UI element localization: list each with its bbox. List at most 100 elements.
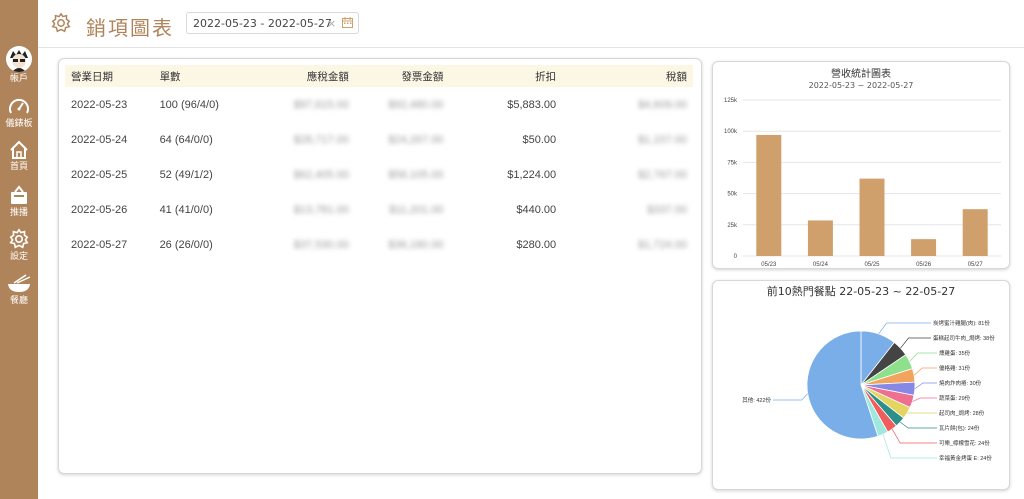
sidebar-item-label: 餐廳 (9, 295, 28, 305)
leader-line (899, 421, 937, 429)
date-range-picker[interactable]: 2022-05-23 - 2022-05-27 × (186, 12, 359, 34)
table-row: 2022-05-23 100 (96/4/0) $97,615.00 $92,480.… (65, 87, 693, 122)
redacted-value: $37,530.00 (293, 238, 349, 251)
redacted-value: $58,105.00 (388, 168, 444, 181)
cell-invoice: $24,267.00 (355, 122, 450, 157)
redacted-value: $24,267.00 (388, 133, 444, 146)
redacted-value: $13,781.00 (293, 203, 349, 216)
leader-line (882, 434, 937, 459)
slice-label: 幸福黃金烤蛋 E: 24份 (939, 454, 992, 462)
slice-label: 炭烤蜜汁雞腿(肉): 81份 (933, 319, 990, 327)
cell-date: 2022-05-23 (65, 87, 154, 122)
col-discount[interactable]: 折扣 (449, 65, 562, 87)
redacted-value: $97,615.00 (293, 98, 349, 111)
x-tick-label: 05/25 (864, 262, 880, 268)
bar[interactable] (962, 209, 988, 256)
redacted-value: $62,405.00 (293, 168, 349, 181)
redacted-value: $337.00 (647, 203, 687, 216)
gear-icon (51, 12, 71, 33)
sidebar-item-restaurant[interactable]: 餐廳 (0, 274, 38, 305)
date-range-value: 2022-05-23 - 2022-05-27 (193, 17, 332, 30)
col-tax[interactable]: 稅額 (562, 65, 693, 87)
cell-orders: 52 (49/1/2) (153, 157, 255, 192)
cell-date: 2022-05-27 (65, 227, 154, 262)
cell-orders: 26 (26/0/0) (153, 227, 255, 262)
cell-taxable: $28,717.00 (254, 122, 355, 157)
y-tick-label: 75k (727, 160, 738, 166)
cell-discount: $1,224.00 (449, 157, 563, 192)
col-orders[interactable]: 單數 (154, 65, 255, 87)
clear-date-button[interactable]: × (327, 17, 336, 30)
cell-invoice: $36,180.00 (354, 227, 450, 262)
leader-line (909, 352, 937, 362)
leader-line (913, 367, 937, 376)
leader-line (878, 322, 931, 335)
cell-taxable: $62,405.00 (254, 157, 355, 192)
y-tick-label: 125k (724, 98, 738, 104)
sidebar-item-label: 儀錶板 (5, 118, 33, 128)
redacted-value: $28,717.00 (293, 133, 349, 146)
cell-orders: 41 (41/0/0) (159, 203, 213, 216)
cell-discount: $440.00 (516, 203, 557, 216)
slice-label: 燒肉炸肉捲: 30份 (939, 379, 982, 387)
redacted-value: $4,609.00 (638, 98, 687, 111)
cell-tax: $1,157.00 (562, 122, 693, 157)
y-tick-label: 0 (734, 254, 738, 260)
revenue-bar-chart: 0 25k 50k 75k 100k 125k 05/23 05/24 05/25 05/26 05… (724, 98, 1001, 268)
header: 銷項圖表 2022-05-23 - 2022-05-27 × (38, 0, 1024, 48)
cell-discount: $50.00 (522, 133, 557, 146)
sidebar-item-account[interactable]: 帳戶 (0, 46, 38, 83)
cell-tax: $337.00 (562, 192, 693, 227)
calendar-icon[interactable] (342, 17, 353, 28)
leader-line (912, 397, 937, 402)
y-tick-label: 25k (727, 223, 738, 229)
x-tick-label: 05/27 (968, 262, 984, 268)
x-tick-label: 05/24 (813, 262, 829, 268)
bar[interactable] (911, 239, 937, 256)
cell-taxable: $97,615.00 (254, 87, 355, 122)
sales-table: 營業日期 單數 應稅金額 發票金額 折扣 稅額 2022-05-23 100 (9… (65, 65, 693, 262)
col-taxable[interactable]: 應稅金額 (254, 65, 355, 87)
slice-label: 瓦片餅(包): 24份 (939, 424, 980, 432)
redacted-value: $36,180.00 (388, 238, 444, 251)
sidebar-item-label: 首頁 (9, 161, 28, 171)
cell-tax: $2,767.00 (562, 157, 693, 192)
redacted-value: $1,157.00 (638, 133, 687, 146)
sidebar-item-label: 設定 (9, 251, 28, 261)
col-invoice[interactable]: 發票金額 (355, 65, 450, 87)
bar[interactable] (756, 134, 782, 256)
cell-taxable: $37,530.00 (254, 227, 355, 262)
home-icon (10, 140, 28, 159)
slice-label: 可樂_檸檬雪花: 24份 (939, 439, 990, 447)
sidebar-item-dashboard[interactable]: 儀錶板 (0, 97, 38, 128)
bowl-icon (8, 274, 31, 292)
slice-label: 蛋糕起司牛肉_焗烤: 38份 (933, 334, 995, 342)
bar[interactable] (807, 220, 833, 256)
x-tick-label: 05/26 (916, 262, 932, 268)
y-tick-label: 50k (727, 192, 738, 198)
sidebar-item-label: 帳戶 (9, 73, 28, 83)
cell-invoice: $92,480.00 (354, 87, 450, 122)
sidebar-item-settings[interactable]: 設定 (0, 228, 38, 261)
redacted-value: $1,724.00 (638, 238, 687, 251)
revenue-chart-card: 營收統計圖表 2022-05-23 ~ 2022-05-27 0 25k 50k 75… (712, 61, 1010, 269)
top-items-chart-card: 前10熱門餐點 22-05-23 ~ 22-05-27 炭烤蜜汁雞腿(肉): 8… (712, 280, 1010, 490)
table-row: 2022-05-27 26 (26/0/0) $37,530.00 $36,180.0… (65, 227, 693, 262)
sidebar-item-broadcast[interactable]: 推播 (0, 184, 38, 217)
slice-label: 其他: 422份 (742, 396, 771, 404)
cell-date: 2022-05-26 (71, 203, 128, 216)
cell-date: 2022-05-24 (71, 133, 128, 146)
page-title: 銷項圖表 (86, 16, 174, 40)
top-items-pie-chart: 炭烤蜜汁雞腿(肉): 81份蛋糕起司牛肉_焗烤: 38份燻雞蛋: 35份優格雞:… (742, 319, 995, 462)
gear-icon (9, 228, 29, 249)
bar[interactable] (859, 178, 885, 256)
sidebar-item-home[interactable]: 首頁 (0, 140, 38, 171)
slice-label: 蔬菜蛋: 29份 (939, 394, 971, 402)
slice-label: 燻雞蛋: 35份 (939, 349, 971, 357)
table-row: 2022-05-25 52 (49/1/2) $62,405.00 $58,105.0… (65, 157, 693, 192)
x-tick-label: 05/23 (761, 262, 777, 268)
col-date[interactable]: 營業日期 (65, 65, 154, 87)
redacted-value: $2,767.00 (638, 168, 687, 181)
cell-invoice: $58,105.00 (354, 157, 450, 192)
cell-taxable: $13,781.00 (254, 192, 355, 227)
